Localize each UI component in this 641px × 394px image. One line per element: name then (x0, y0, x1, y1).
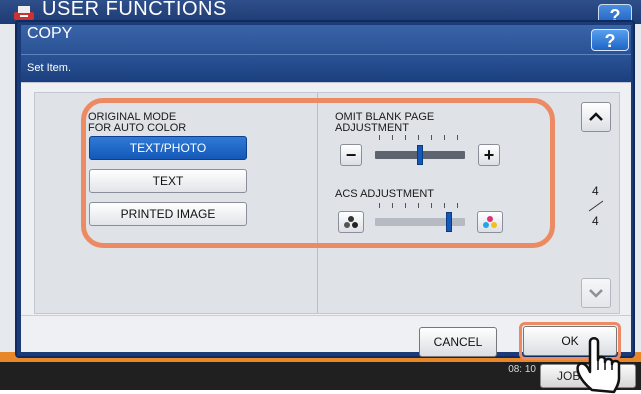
omit-blank-decrease-button[interactable]: − (340, 144, 362, 166)
omit-blank-ticks (377, 135, 459, 141)
dialog-subtitle: Set Item. (27, 62, 72, 74)
background-title: USER FUNCTIONS (42, 0, 227, 20)
mode-printed-image-button[interactable]: PRINTED IMAGE (89, 202, 247, 226)
page-total: 4 (592, 214, 599, 228)
acs-monochrome-button[interactable] (338, 211, 364, 233)
dialog-help-button[interactable]: ? (591, 29, 629, 51)
acs-slider-handle[interactable] (446, 212, 453, 232)
dialog-body: ORIGINAL MODE FOR AUTO COLOR TEXT/PHOTO … (21, 82, 631, 360)
footer-separator (21, 315, 631, 316)
clock: 08: 10 (476, 364, 536, 375)
chevron-down-icon (589, 289, 603, 298)
screen: USER FUNCTIONS ? 08: 10 JOB S COPY ? Set… (0, 0, 641, 394)
dialog-title: COPY (27, 25, 73, 42)
hand-pointer-icon (576, 337, 621, 394)
monochrome-dots-icon (344, 216, 358, 228)
page-current: 4 (592, 184, 599, 198)
page-separator-icon (588, 200, 604, 212)
scroll-up-button[interactable] (581, 102, 611, 132)
omit-blank-increase-button[interactable]: + (478, 144, 500, 166)
dialog-subtitle-bar: Set Item. (21, 54, 631, 82)
acs-adjustment-label: ACS ADJUSTMENT (335, 188, 435, 200)
copy-dialog: COPY ? Set Item. ORIGINAL MODE FOR AUTO … (15, 20, 635, 360)
scroll-down-button[interactable] (581, 278, 611, 308)
clock-time: 08: 10 (508, 364, 536, 375)
color-dots-icon (483, 216, 497, 228)
mode-text-button[interactable]: TEXT (89, 169, 247, 193)
original-mode-label-line2: FOR AUTO COLOR (88, 122, 187, 134)
omit-blank-slider-handle[interactable] (417, 145, 423, 165)
cancel-button[interactable]: CANCEL (419, 327, 497, 357)
omit-blank-label-line2: ADJUSTMENT (335, 122, 409, 134)
chevron-up-icon (589, 112, 603, 121)
acs-ticks (377, 203, 459, 209)
acs-color-button[interactable] (477, 211, 503, 233)
mode-text-photo-button[interactable]: TEXT/PHOTO (89, 136, 247, 160)
settings-panel: ORIGINAL MODE FOR AUTO COLOR TEXT/PHOTO … (34, 92, 620, 314)
